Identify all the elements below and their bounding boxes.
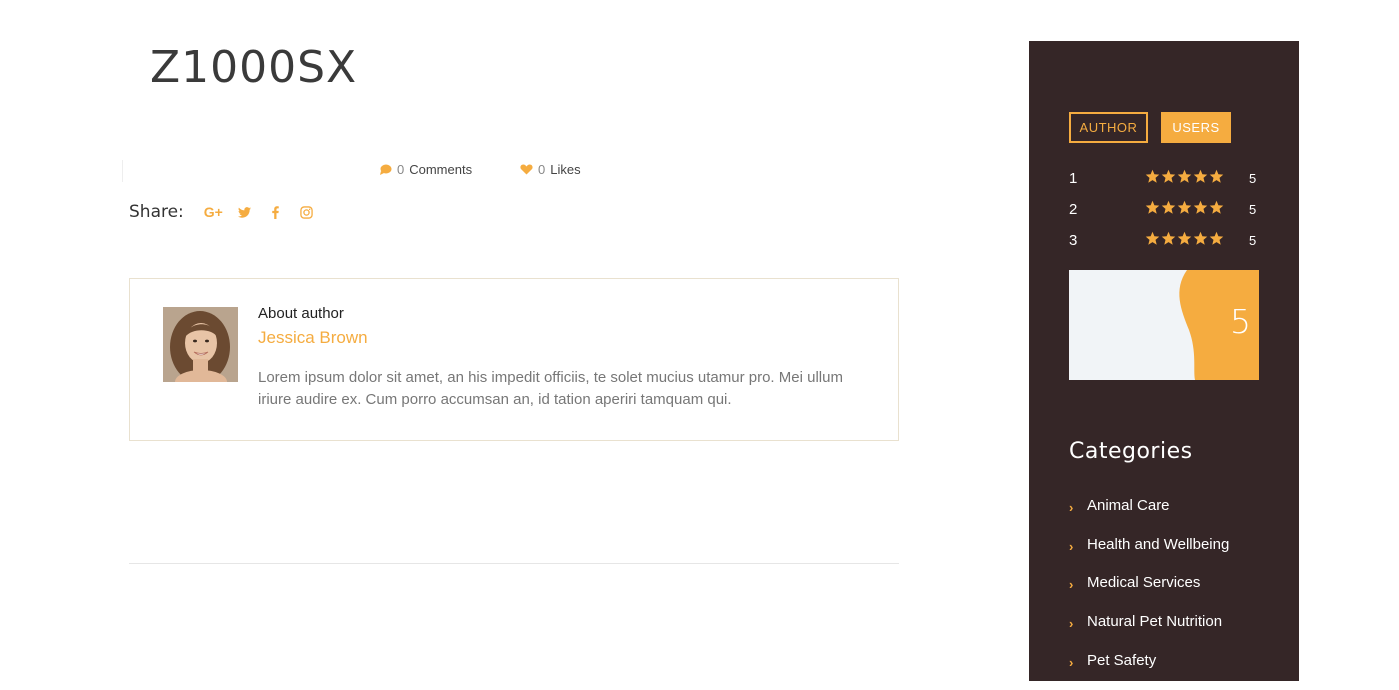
about-author-label: About author <box>258 305 344 322</box>
rating-rank: 1 <box>1069 170 1078 187</box>
star-icon <box>1145 231 1160 251</box>
star-icon <box>1209 169 1224 189</box>
star-icon <box>1161 169 1176 189</box>
comments-label: Comments <box>409 162 473 177</box>
heart-icon <box>520 164 533 175</box>
category-label: Natural Pet Nutrition <box>1087 613 1223 631</box>
rating-row: 3 5 <box>1069 230 1259 250</box>
rating-rank: 3 <box>1069 232 1078 249</box>
chevron-right-icon: › <box>1069 500 1074 515</box>
likes-count: 0 <box>538 162 546 177</box>
rating-score: 5 <box>1249 202 1257 217</box>
likes-button[interactable]: 0 Likes <box>520 162 581 177</box>
star-icon <box>1161 231 1176 251</box>
rating-score: 5 <box>1249 233 1257 248</box>
author-name-link[interactable]: Jessica Brown <box>258 328 368 348</box>
overall-score-card: 5 <box>1069 270 1259 380</box>
section-divider <box>129 563 899 564</box>
meta-divider <box>122 160 123 182</box>
category-item[interactable]: › Pet Safety <box>1069 652 1229 690</box>
google-plus-icon[interactable]: G+ <box>198 204 229 220</box>
category-item[interactable]: › Medical Services <box>1069 574 1229 613</box>
sidebar: AUTHOR USERS 1 5 2 5 3 5 5 Categories › … <box>1029 41 1299 681</box>
instagram-icon[interactable] <box>291 205 322 219</box>
star-rating <box>1145 231 1224 251</box>
rating-row: 2 5 <box>1069 199 1259 219</box>
star-icon <box>1193 200 1208 220</box>
categories-title: Categories <box>1069 439 1193 464</box>
facebook-icon[interactable] <box>260 205 291 219</box>
star-icon <box>1145 169 1160 189</box>
star-icon <box>1193 169 1208 189</box>
chevron-right-icon: › <box>1069 654 1074 670</box>
star-rating <box>1145 169 1224 189</box>
star-icon <box>1177 169 1192 189</box>
main-content: Z1000SX 0 Comments 0 Likes Share: G+ Abo… <box>0 0 1000 660</box>
chevron-right-icon: › <box>1069 538 1074 554</box>
category-item[interactable]: › Health and Wellbeing <box>1069 536 1229 575</box>
star-icon <box>1209 231 1224 251</box>
category-item[interactable]: › Animal Care <box>1069 497 1229 536</box>
tab-author[interactable]: AUTHOR <box>1069 112 1148 143</box>
avatar <box>163 307 238 382</box>
likes-label: Likes <box>550 162 581 177</box>
categories-list: › Animal Care › Health and Wellbeing › M… <box>1069 497 1229 690</box>
comments-icon <box>379 164 392 176</box>
category-item[interactable]: › Natural Pet Nutrition <box>1069 613 1229 652</box>
star-icon <box>1145 200 1160 220</box>
post-title: Z1000SX <box>150 42 358 93</box>
author-box: About author Jessica Brown Lorem ipsum d… <box>129 278 899 441</box>
share-bar: Share: G+ <box>129 202 322 222</box>
star-rating <box>1145 200 1224 220</box>
tab-users[interactable]: USERS <box>1161 112 1231 143</box>
author-bio: Lorem ipsum dolor sit amet, an his imped… <box>258 369 843 408</box>
star-icon <box>1177 231 1192 251</box>
share-label: Share: <box>129 202 184 222</box>
star-icon <box>1177 200 1192 220</box>
star-icon <box>1161 200 1176 220</box>
star-icon <box>1193 231 1208 251</box>
twitter-icon[interactable] <box>229 206 260 218</box>
chevron-right-icon: › <box>1069 616 1074 632</box>
category-label: Health and Wellbeing <box>1087 535 1230 553</box>
rating-score: 5 <box>1249 171 1257 186</box>
rating-rank: 2 <box>1069 201 1078 218</box>
chevron-right-icon: › <box>1069 577 1074 593</box>
category-label: Pet Safety <box>1087 651 1157 669</box>
star-icon <box>1209 200 1224 220</box>
category-label: Medical Services <box>1087 574 1201 592</box>
category-label: Animal Care <box>1087 497 1170 514</box>
rating-row: 1 5 <box>1069 168 1259 188</box>
comments-count: 0 <box>397 162 405 177</box>
overall-score-value: 5 <box>1230 302 1251 341</box>
comments-link[interactable]: 0 Comments <box>379 162 472 177</box>
